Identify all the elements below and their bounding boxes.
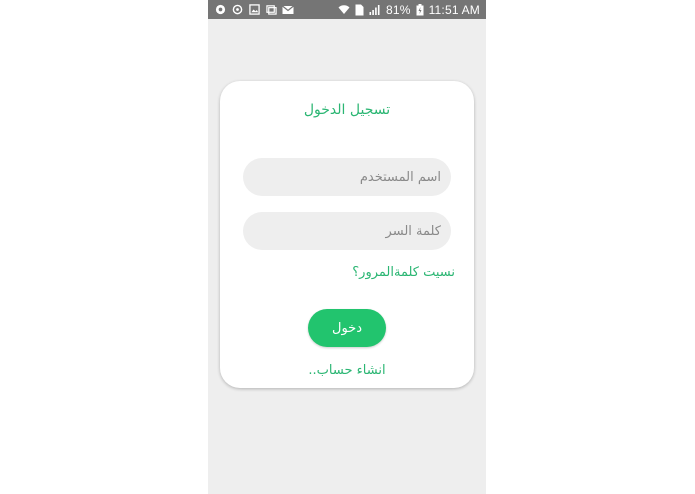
- clock: 11:51 AM: [428, 2, 480, 17]
- sim-icon: [355, 4, 364, 16]
- username-input[interactable]: [243, 158, 451, 196]
- forgot-password-link[interactable]: نسيت كلمةالمرور؟: [352, 265, 455, 280]
- sync-icon: [231, 4, 243, 16]
- phone-screen: 81% 11:51 AM تسجيل الدخول نسيت كلمةالمرو…: [208, 0, 486, 494]
- status-bar: 81% 11:51 AM: [208, 0, 486, 19]
- login-card: تسجيل الدخول نسيت كلمةالمرور؟ دخول انشاء…: [220, 81, 474, 388]
- password-input[interactable]: [243, 212, 451, 250]
- login-button[interactable]: دخول: [308, 309, 386, 347]
- create-account-link[interactable]: انشاء حساب..: [220, 363, 474, 378]
- mail-icon: [282, 4, 294, 16]
- system-status: 81% 11:51 AM: [338, 3, 480, 17]
- image-icon: [248, 4, 260, 16]
- signal-icon: [369, 4, 381, 16]
- wifi-icon: [338, 4, 350, 16]
- notification-icons: [214, 4, 294, 16]
- battery-percentage: 81%: [385, 2, 411, 17]
- battery-icon: [416, 3, 424, 16]
- gallery-icon: [265, 4, 277, 16]
- chat-icon: [214, 4, 226, 16]
- login-title: تسجيل الدخول: [303, 102, 391, 118]
